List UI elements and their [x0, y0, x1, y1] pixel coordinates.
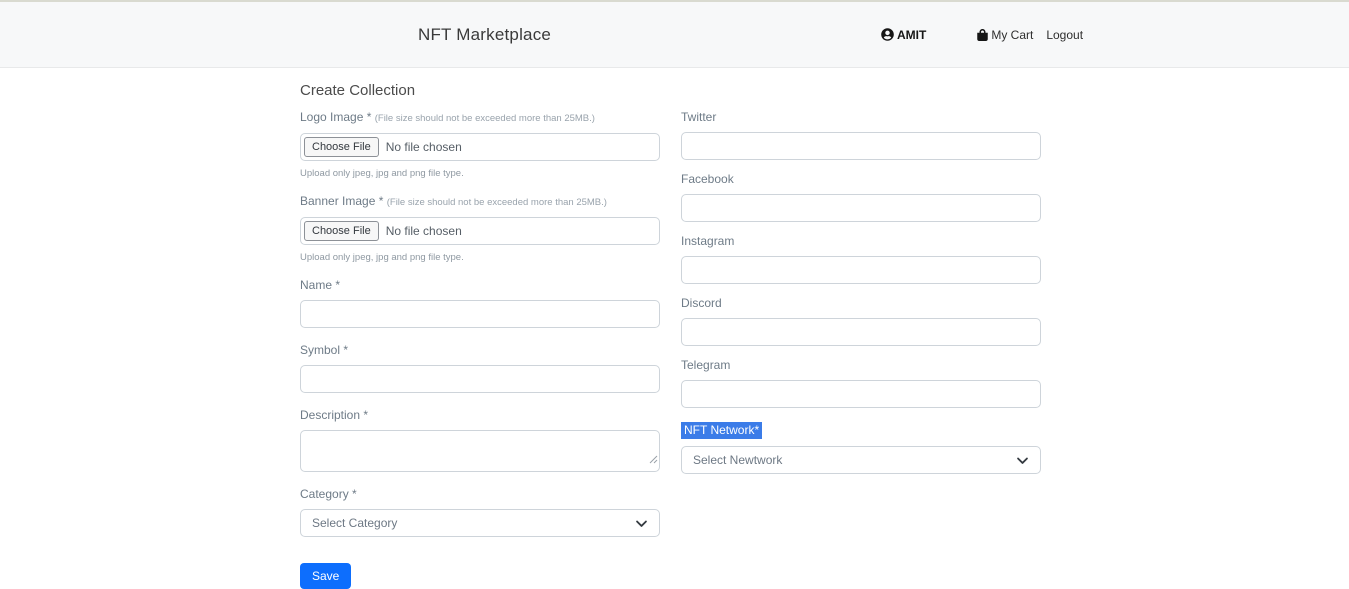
- banner-filetype-hint: Upload only jpeg, jpg and png file type.: [300, 253, 660, 263]
- save-button[interactable]: Save: [300, 563, 351, 589]
- logout-link[interactable]: Logout: [1046, 28, 1083, 42]
- banner-image-label: Banner Image * (File size should not be …: [300, 195, 660, 209]
- banner-choose-file-button[interactable]: Choose File: [304, 221, 379, 241]
- description-label: Description *: [300, 409, 660, 422]
- category-label: Category *: [300, 488, 660, 501]
- logo-image-group: Logo Image * (File size should not be ex…: [300, 111, 660, 179]
- page-title: Create Collection: [300, 82, 1349, 99]
- discord-input[interactable]: [681, 318, 1041, 346]
- telegram-input[interactable]: [681, 380, 1041, 408]
- my-cart-label: My Cart: [991, 28, 1033, 42]
- logo-size-note: (File size should not be exceeded more t…: [375, 113, 595, 124]
- name-input[interactable]: [300, 300, 660, 328]
- create-collection-form: Create Collection Logo Image * (File siz…: [0, 68, 1349, 589]
- symbol-input[interactable]: [300, 365, 660, 393]
- description-textarea[interactable]: [300, 430, 660, 472]
- navbar-menu: AMIT My Cart Logout: [881, 28, 1083, 42]
- discord-group: Discord: [681, 297, 1041, 346]
- category-selected-value: Select Category: [312, 516, 397, 530]
- user-circle-icon: [881, 28, 894, 41]
- logout-label: Logout: [1046, 28, 1083, 42]
- user-name: AMIT: [897, 28, 926, 42]
- nft-network-label: NFT Network*: [681, 422, 762, 439]
- name-label: Name *: [300, 279, 660, 292]
- facebook-label: Facebook: [681, 173, 1041, 186]
- network-selected-value: Select Newtwork: [693, 453, 782, 467]
- instagram-group: Instagram: [681, 235, 1041, 284]
- page: NFT Marketplace AMIT My Cart Logout Crea…: [0, 0, 1349, 583]
- instagram-input[interactable]: [681, 256, 1041, 284]
- logo-choose-file-button[interactable]: Choose File: [304, 137, 379, 157]
- user-menu[interactable]: AMIT: [881, 28, 926, 42]
- twitter-input[interactable]: [681, 132, 1041, 160]
- discord-label: Discord: [681, 297, 1041, 310]
- symbol-group: Symbol *: [300, 344, 660, 393]
- banner-file-input[interactable]: Choose File No file chosen: [300, 217, 660, 245]
- instagram-label: Instagram: [681, 235, 1041, 248]
- banner-file-status: No file chosen: [386, 224, 462, 238]
- banner-image-group: Banner Image * (File size should not be …: [300, 195, 660, 263]
- logo-filetype-hint: Upload only jpeg, jpg and png file type.: [300, 169, 660, 179]
- twitter-label: Twitter: [681, 111, 1041, 124]
- brand-title[interactable]: NFT Marketplace: [418, 25, 551, 45]
- form-left-column: Logo Image * (File size should not be ex…: [300, 111, 660, 589]
- telegram-group: Telegram: [681, 359, 1041, 408]
- chevron-down-icon: [635, 517, 648, 530]
- category-select[interactable]: Select Category: [300, 509, 660, 537]
- chevron-down-icon: [1016, 454, 1029, 467]
- symbol-label: Symbol *: [300, 344, 660, 357]
- nft-network-group: NFT Network* Select Newtwork: [681, 421, 1041, 474]
- form-right-column: Twitter Facebook Instagram Discord Teleg: [681, 111, 1041, 589]
- twitter-group: Twitter: [681, 111, 1041, 160]
- name-group: Name *: [300, 279, 660, 328]
- my-cart-link[interactable]: My Cart: [977, 28, 1033, 42]
- description-group: Description *: [300, 409, 660, 472]
- shopping-bag-icon: [977, 29, 988, 41]
- logo-image-label: Logo Image * (File size should not be ex…: [300, 111, 660, 125]
- category-group: Category * Select Category: [300, 488, 660, 537]
- logo-file-input[interactable]: Choose File No file chosen: [300, 133, 660, 161]
- telegram-label: Telegram: [681, 359, 1041, 372]
- banner-size-note: (File size should not be exceeded more t…: [387, 197, 607, 208]
- top-navbar: NFT Marketplace AMIT My Cart Logout: [0, 0, 1349, 68]
- facebook-group: Facebook: [681, 173, 1041, 222]
- facebook-input[interactable]: [681, 194, 1041, 222]
- logo-file-status: No file chosen: [386, 140, 462, 154]
- nft-network-select[interactable]: Select Newtwork: [681, 446, 1041, 474]
